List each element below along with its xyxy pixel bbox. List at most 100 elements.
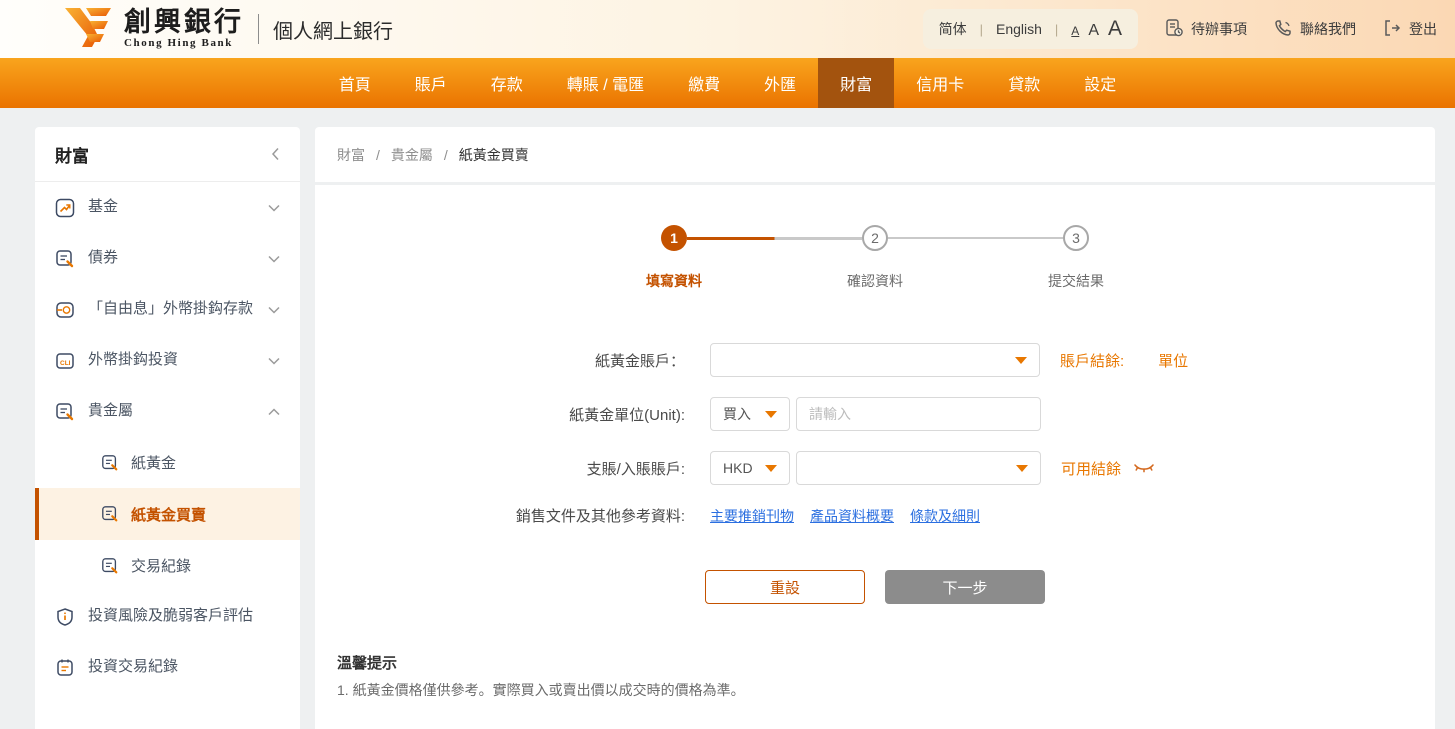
svg-text:CLI: CLI (60, 360, 71, 367)
settlement-account-select[interactable] (796, 451, 1041, 485)
account-balance-label: 賬戶結餘: (1060, 350, 1124, 371)
sidebar-item-label: 貴金屬 (88, 400, 268, 423)
breadcrumb-item-precious-metals[interactable]: 貴金屬 (391, 145, 433, 165)
document-links: 主要推銷刊物 產品資料概要 條款及細則 (710, 506, 980, 526)
doc-icon (101, 454, 119, 472)
step-connector (687, 237, 862, 240)
step-3-circle: 3 (1063, 225, 1089, 251)
sidebar-item-label: 投資交易紀錄 (88, 656, 280, 679)
font-size-large-button[interactable]: A (1108, 17, 1122, 41)
contact-label: 聯絡我們 (1300, 19, 1356, 39)
chevron-down-icon (268, 357, 280, 365)
nav-item-credit-card[interactable]: 信用卡 (894, 58, 986, 108)
chevron-up-icon (268, 408, 280, 416)
header-controls: 简体 | English | A A A 待辦事項 (923, 9, 1437, 49)
sidebar-collapse-button[interactable] (271, 147, 280, 161)
sidebar-item-investment-records[interactable]: 投資交易紀錄 (35, 642, 300, 693)
fund-icon (55, 198, 75, 218)
unit-amount-input[interactable] (796, 397, 1041, 431)
sidebar-subitem-paper-gold[interactable]: 紙黃金 (35, 437, 300, 488)
top-header: 創興銀行 Chong Hing Bank 個人網上銀行 简体 | English… (0, 0, 1455, 58)
record-icon (55, 658, 75, 678)
sidebar-item-fcy-linked-deposit[interactable]: 「自由息」外幣掛鈎存款 (35, 284, 300, 335)
bank-logo: 創興銀行 Chong Hing Bank 個人網上銀行 (62, 6, 393, 53)
page-body: 財富 基金 (0, 108, 1455, 729)
principal-brochure-link[interactable]: 主要推銷刊物 (710, 506, 794, 526)
breadcrumb-separator: / (444, 147, 448, 163)
shield-icon (55, 607, 75, 627)
pill-separator: | (980, 22, 983, 37)
reset-button[interactable]: 重設 (705, 570, 865, 604)
content-area: 財富 / 貴金屬 / 紙黃金買賣 1 2 3 填寫資料 確認資料 提交結果 (315, 127, 1435, 729)
reminder-section: 溫馨提示 1. 紙黃金價格僅供參考。實際買入或賣出價以成交時的價格為準。 (315, 652, 1435, 700)
gold-account-select[interactable] (710, 343, 1040, 377)
buy-sell-select[interactable]: 買入 (710, 397, 790, 431)
wealth-sidebar: 財富 基金 (35, 127, 300, 729)
sidebar-subitem-transaction-records[interactable]: 交易紀錄 (35, 540, 300, 591)
bank-name-en: Chong Hing Bank (124, 38, 244, 49)
sidebar-subitem-label: 紙黃金買賣 (131, 504, 206, 525)
sidebar-subitem-label: 紙黃金 (131, 452, 176, 473)
breadcrumb: 財富 / 貴金屬 / 紙黃金買賣 (315, 127, 1435, 182)
nav-item-bill-payment[interactable]: 繳費 (666, 58, 742, 108)
logout-label: 登出 (1409, 19, 1437, 39)
currency-select[interactable]: HKD (710, 451, 790, 485)
bond-icon (55, 249, 75, 269)
doc-icon (101, 557, 119, 575)
lang-english-link[interactable]: English (996, 21, 1042, 37)
currency-select-value: HKD (723, 460, 753, 476)
nav-item-settings[interactable]: 設定 (1062, 58, 1138, 108)
font-size-controls: A A A (1071, 17, 1122, 41)
caret-down-icon (765, 465, 777, 472)
logout-button[interactable]: 登出 (1382, 18, 1437, 41)
lang-simplified-link[interactable]: 简体 (939, 19, 967, 39)
cli-icon: CLI (55, 351, 75, 371)
balance-unit-label: 單位 (1158, 350, 1188, 371)
breadcrumb-item-wealth[interactable]: 財富 (337, 145, 365, 165)
reminder-item: 1. 紙黃金價格僅供參考。實際買入或賣出價以成交時的價格為準。 (337, 680, 1413, 700)
sidebar-subitem-label: 交易紀錄 (131, 555, 191, 576)
nav-item-deposits[interactable]: 存款 (469, 58, 545, 108)
contact-button[interactable]: 聯絡我們 (1273, 18, 1356, 41)
nav-item-wealth[interactable]: 財富 (818, 58, 894, 108)
show-balance-eye-icon[interactable] (1133, 462, 1155, 475)
breadcrumb-item-current: 紙黃金買賣 (459, 145, 529, 165)
sidebar-item-funds[interactable]: 基金 (35, 182, 300, 233)
pill-separator: | (1055, 22, 1058, 37)
font-size-medium-button[interactable]: A (1088, 22, 1099, 40)
font-size-small-button[interactable]: A (1071, 24, 1079, 38)
product-key-facts-link[interactable]: 產品資料概要 (810, 506, 894, 526)
step-2-label: 確認資料 (847, 271, 903, 291)
next-step-button[interactable]: 下一步 (885, 570, 1045, 604)
nav-item-accounts[interactable]: 賬戶 (393, 58, 469, 108)
deposit-icon (55, 300, 75, 320)
settlement-account-row: 支賬/入賬賬戶: HKD 可用結餘 (315, 451, 1435, 485)
gold-unit-label: 紙黃金單位(Unit): (315, 404, 710, 425)
header-divider (258, 14, 259, 44)
sidebar-item-cli[interactable]: CLI 外幣掛鈎投資 (35, 335, 300, 386)
sidebar-item-label: 「自由息」外幣掛鈎存款 (88, 298, 268, 321)
sidebar-item-bonds[interactable]: 債券 (35, 233, 300, 284)
metal-icon (55, 402, 75, 422)
nav-item-fx[interactable]: 外匯 (742, 58, 818, 108)
reminder-title: 溫馨提示 (337, 652, 1413, 673)
gold-account-row: 紙黃金賬戶： 賬戶結餘: 單位 (315, 343, 1435, 377)
gold-unit-row: 紙黃金單位(Unit): 買入 (315, 397, 1435, 431)
chevron-down-icon (268, 255, 280, 263)
caret-down-icon (1016, 465, 1028, 472)
sidebar-item-precious-metals[interactable]: 貴金屬 (35, 386, 300, 437)
language-and-font-controls: 简体 | English | A A A (923, 9, 1138, 49)
terms-and-conditions-link[interactable]: 條款及細則 (910, 506, 980, 526)
form-actions: 重設 下一步 (315, 570, 1435, 604)
step-1-label: 填寫資料 (646, 271, 702, 291)
nav-item-loans[interactable]: 貸款 (986, 58, 1062, 108)
sidebar-subitem-paper-gold-trading[interactable]: 紙黃金買賣 (35, 488, 300, 540)
gold-account-label: 紙黃金賬戶： (315, 350, 710, 371)
paper-gold-trading-panel: 1 2 3 填寫資料 確認資料 提交結果 紙黃金賬戶： (315, 185, 1435, 729)
todo-button[interactable]: 待辦事項 (1164, 18, 1247, 41)
nav-item-transfer[interactable]: 轉賬 / 電匯 (545, 58, 666, 108)
nav-item-home[interactable]: 首頁 (317, 58, 393, 108)
sidebar-item-risk-assessment[interactable]: 投資風險及脆弱客戶評估 (35, 591, 300, 642)
paper-gold-form: 紙黃金賬戶： 賬戶結餘: 單位 紙黃金單位(Unit): 買入 (315, 343, 1435, 526)
bank-logo-icon (62, 6, 114, 53)
